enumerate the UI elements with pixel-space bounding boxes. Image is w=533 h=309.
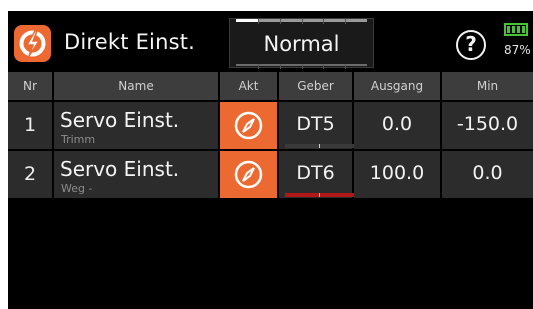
min-cell[interactable]: 0.0 [442,151,533,198]
row-number: 2 [8,151,52,198]
column-header-nr: Nr [8,72,52,100]
flight-mode-selector[interactable]: Normal [229,18,374,69]
battery-percent: 87% [504,43,531,57]
table-header: Nr Name Akt Geber Ausgang Min [8,72,533,100]
geber-indicator [285,193,355,197]
ausgang-value: 100.0 [369,162,425,184]
geber-cell[interactable]: DT5 [279,102,355,149]
header-bar: Direkt Einst. Normal ? 87% [8,11,533,71]
compass-icon [234,160,263,189]
flight-mode-label: Normal [263,32,340,56]
app-logo-icon[interactable] [14,25,51,62]
column-header-name: Name [54,72,218,100]
row-subname: Trimm [61,133,96,146]
mode-scale-fill [236,19,259,22]
akt-toggle[interactable] [220,102,277,149]
min-cell[interactable]: -150.0 [442,102,533,149]
mode-scale-bottom [236,64,367,69]
battery-icon [504,23,528,36]
help-icon[interactable]: ? [456,30,486,60]
column-header-geber: Geber [279,72,352,100]
page-title: Direkt Einst. [64,30,196,54]
name-cell[interactable]: Servo Einst. Weg - [54,151,218,198]
akt-toggle[interactable] [220,151,277,198]
geber-indicator [285,144,355,148]
ausgang-cell[interactable]: 0.0 [354,102,440,149]
column-header-min: Min [442,72,533,100]
compass-icon [234,111,263,140]
column-header-akt: Akt [220,72,277,100]
name-cell[interactable]: Servo Einst. Trimm [54,102,218,149]
mode-scale-top [236,19,367,24]
geber-cell[interactable]: DT6 [279,151,355,198]
geber-value: DT5 [296,113,335,135]
row-name: Servo Einst. [60,157,180,181]
table-row[interactable]: 2 Servo Einst. Weg - DT6 100.0 0.0 [8,151,533,198]
ausgang-value: 0.0 [381,113,413,135]
column-header-ausgang: Ausgang [354,72,440,100]
ausgang-cell[interactable]: 100.0 [354,151,440,198]
screen: Direkt Einst. Normal ? 87% Nr Name Akt G… [8,11,533,309]
geber-value: DT6 [296,162,335,184]
table-row[interactable]: 1 Servo Einst. Trimm DT5 0.0 -150.0 [8,102,533,149]
row-name: Servo Einst. [60,108,180,132]
row-subname: Weg - [61,182,93,195]
min-value: -150.0 [456,113,519,135]
min-value: 0.0 [472,162,503,184]
row-number: 1 [8,102,52,149]
